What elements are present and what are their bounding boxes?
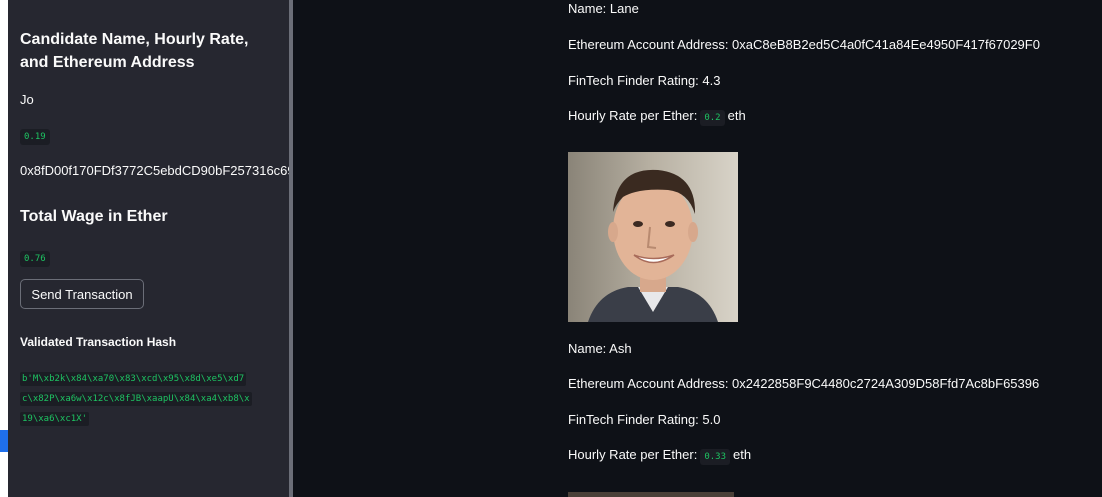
- rate-code: 0.2: [700, 110, 725, 126]
- transaction-hash-code: b'M\xb2k\x84\xa70\x83\xcd\x95\x8d\xe5\xd…: [20, 369, 275, 429]
- sidebar-resize-handle[interactable]: [289, 0, 293, 497]
- rate-code: 0.33: [700, 449, 731, 465]
- candidate-name: Name: Lane: [568, 1, 639, 16]
- ethereum-address: 0x8fD00f170FDf3772C5ebdCD90bF257316c69E: [20, 163, 289, 178]
- edge-highlight: [0, 430, 8, 452]
- candidate-photo-partial: [568, 492, 734, 497]
- candidate-rate: Hourly Rate per Ether: 0.33 eth: [568, 447, 752, 465]
- candidate-address: Ethereum Account Address: 0xaC8eB8B2ed5C…: [568, 37, 1040, 52]
- rate-label: Hourly Rate per Ether:: [568, 108, 698, 123]
- hash-line: 19\xa6\xc1X': [20, 412, 90, 426]
- left-window-edge: [0, 0, 8, 497]
- candidate-rate: Hourly Rate per Ether: 0.2 eth: [568, 108, 746, 126]
- rate-label: Hourly Rate per Ether:: [568, 447, 698, 462]
- candidate-name: Jo: [20, 92, 34, 107]
- candidate-photo: [568, 152, 738, 322]
- sidebar-title: Candidate Name, Hourly Rate, and Ethereu…: [20, 31, 249, 71]
- sidebar: Candidate Name, Hourly Rate, and Ethereu…: [8, 0, 289, 497]
- candidate-rating: FinTech Finder Rating: 4.3: [568, 73, 721, 88]
- hash-line: c\x82P\xa6w\x12c\x8fJB\xaapU\x84\xa4\xb8…: [20, 392, 252, 406]
- rate-unit: eth: [727, 108, 746, 123]
- candidate-rating: FinTech Finder Rating: 5.0: [568, 412, 721, 427]
- hourly-rate-code: 0.19: [20, 129, 50, 145]
- send-transaction-button[interactable]: Send Transaction: [20, 279, 144, 309]
- transaction-hash-heading: Validated Transaction Hash: [20, 335, 177, 349]
- hash-line: b'M\xb2k\x84\xa70\x83\xcd\x95\x8d\xe5\xd…: [20, 372, 247, 386]
- candidate-address: Ethereum Account Address: 0x2422858F9C44…: [568, 376, 1040, 391]
- total-wage-code: 0.76: [20, 251, 50, 267]
- total-wage-heading: Total Wage in Ether: [20, 208, 168, 225]
- rate-unit: eth: [733, 447, 752, 462]
- candidate-name: Name: Ash: [568, 341, 632, 356]
